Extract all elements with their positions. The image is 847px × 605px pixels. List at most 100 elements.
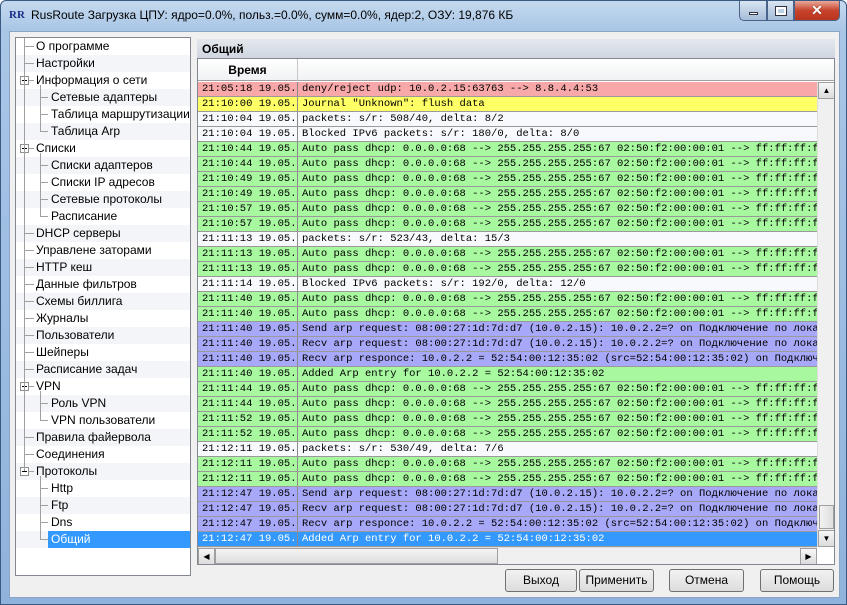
tree-item[interactable]: Списки адаптеров (16, 157, 190, 174)
log-row[interactable]: 21:12:47 19.05. Recv arp request: 08:00:2… (198, 502, 818, 517)
log-row[interactable]: 21:10:00 19.05. Journal "Unknown": flush … (198, 97, 818, 112)
tree-item[interactable]: Данные фильтров (16, 276, 190, 293)
tree-item[interactable]: Dns (16, 514, 190, 531)
log-row[interactable]: 21:11:40 19.05. Send arp request: 08:00:2… (198, 322, 818, 337)
scroll-left-button[interactable]: ◀ (198, 548, 215, 564)
tree-item[interactable]: Протоколы (16, 463, 190, 480)
log-message: Auto pass dhcp: 0.0.0.0:68 --> 255.255.2… (302, 143, 818, 155)
tree-item[interactable]: VPN пользователи (16, 412, 190, 429)
tree-item[interactable]: Расписание задач (16, 361, 190, 378)
log-row[interactable]: 21:12:11 19.05. Auto pass dhcp: 0.0.0.0:6… (198, 472, 818, 487)
tree-item[interactable]: Пользователи (16, 327, 190, 344)
log-row[interactable]: 21:10:04 19.05. packets: s/r: 508/40, del… (198, 112, 818, 127)
tree-item[interactable]: Соединения (16, 446, 190, 463)
log-message: Auto pass dhcp: 0.0.0.0:68 --> 255.255.2… (302, 158, 818, 170)
scroll-down-button[interactable]: ▼ (818, 530, 834, 547)
tree-item[interactable]: Настройки (16, 55, 190, 72)
close-button[interactable]: ✕ (794, 1, 840, 21)
log-row[interactable]: 21:11:13 19.05. Auto pass dhcp: 0.0.0.0:6… (198, 262, 818, 277)
tree-connector (40, 182, 48, 183)
log-row[interactable]: 21:12:11 19.05. Auto pass dhcp: 0.0.0.0:6… (198, 457, 818, 472)
help-button[interactable]: Помощь (760, 569, 834, 592)
tree-item-label: Роль VPN (51, 396, 107, 410)
navigation-tree[interactable]: О программе Настройки Информация о сети Сет… (15, 37, 191, 576)
tree-item[interactable]: Роль VPN (16, 395, 190, 412)
log-row[interactable]: 21:11:44 19.05. Auto pass dhcp: 0.0.0.0:6… (198, 382, 818, 397)
log-row[interactable]: 21:10:57 19.05. Auto pass dhcp: 0.0.0.0:6… (198, 202, 818, 217)
tree-connector (40, 199, 48, 200)
tree-item[interactable]: Схемы биллига (16, 293, 190, 310)
log-time: 21:12:47 19.05. (198, 532, 298, 546)
tree-connector (40, 153, 41, 217)
log-grid: Время 21:05:18 19.05. deny/reject udp: 10… (197, 58, 835, 565)
tree-item[interactable]: Общий (16, 531, 190, 548)
log-row[interactable]: 21:12:47 19.05. Added Arp entry for 10.0.… (198, 532, 818, 547)
log-row[interactable]: 21:11:44 19.05. Auto pass dhcp: 0.0.0.0:6… (198, 397, 818, 412)
log-row[interactable]: 21:10:44 19.05. Auto pass dhcp: 0.0.0.0:6… (198, 157, 818, 172)
log-row[interactable]: 21:11:40 19.05. Auto pass dhcp: 0.0.0.0:6… (198, 307, 818, 322)
log-row[interactable]: 21:10:49 19.05. Auto pass dhcp: 0.0.0.0:6… (198, 187, 818, 202)
panel-title: Общий (197, 39, 835, 58)
log-row[interactable]: 21:10:04 19.05. Blocked IPv6 packets: s/r… (198, 127, 818, 142)
log-row[interactable]: 21:11:13 19.05. packets: s/r: 523/43, del… (198, 232, 818, 247)
horizontal-scrollbar[interactable]: ◀ ▶ (198, 547, 817, 564)
tree-item[interactable]: VPN (16, 378, 190, 395)
tree-item[interactable]: Http (16, 480, 190, 497)
grid-header: Время (198, 59, 834, 81)
log-row[interactable]: 21:11:13 19.05. Auto pass dhcp: 0.0.0.0:6… (198, 247, 818, 262)
log-row[interactable]: 21:11:52 19.05. Auto pass dhcp: 0.0.0.0:6… (198, 427, 818, 442)
window-title: RusRoute Загрузка ЦПУ: ядро=0.0%, польз.… (31, 8, 514, 22)
tree-item[interactable]: Таблица Arp (16, 123, 190, 140)
vertical-scroll-thumb[interactable] (819, 505, 834, 529)
column-header-time[interactable]: Время (198, 59, 298, 81)
tree-connector (24, 250, 34, 251)
tree-item-label: Журналы (36, 311, 89, 325)
log-row[interactable]: 21:11:52 19.05. Auto pass dhcp: 0.0.0.0:6… (198, 412, 818, 427)
tree-item[interactable]: Списки (16, 140, 190, 157)
tree-item[interactable]: Управлене заторами (16, 242, 190, 259)
tree-item[interactable]: Шейперы (16, 344, 190, 361)
log-row[interactable]: 21:10:57 19.05. Auto pass dhcp: 0.0.0.0:6… (198, 217, 818, 232)
tree-item[interactable]: Информация о сети (16, 72, 190, 89)
title-bar[interactable]: RR RusRoute Загрузка ЦПУ: ядро=0.0%, пол… (1, 1, 846, 31)
log-message: Send arp request: 08:00:27:1d:7d:d7 (10.… (302, 323, 818, 335)
tree-item[interactable]: Расписание (16, 208, 190, 225)
log-row[interactable]: 21:12:11 19.05. packets: s/r: 530/49, del… (198, 442, 818, 457)
log-time: 21:05:18 19.05. (198, 82, 298, 96)
log-time: 21:11:52 19.05. (198, 427, 298, 441)
apply-button[interactable]: Применить (579, 569, 654, 592)
log-row[interactable]: 21:11:40 19.05. Added Arp entry for 10.0.… (198, 367, 818, 382)
cancel-button[interactable]: Отмена (669, 569, 744, 592)
log-time: 21:10:57 19.05. (198, 217, 298, 231)
tree-connector (40, 165, 48, 166)
log-time: 21:11:40 19.05. (198, 292, 298, 306)
tree-item[interactable]: Списки IP адресов (16, 174, 190, 191)
tree-item-label: Пользователи (36, 328, 115, 342)
log-row[interactable]: 21:12:47 19.05. Send arp request: 08:00:2… (198, 487, 818, 502)
horizontal-scroll-thumb[interactable] (215, 548, 498, 564)
vertical-scrollbar[interactable]: ▲ ▼ (817, 82, 834, 547)
log-row[interactable]: 21:10:44 19.05. Auto pass dhcp: 0.0.0.0:6… (198, 142, 818, 157)
minimize-button[interactable] (739, 1, 767, 21)
log-row[interactable]: 21:11:40 19.05. Auto pass dhcp: 0.0.0.0:6… (198, 292, 818, 307)
log-row[interactable]: 21:11:14 19.05. Blocked IPv6 packets: s/r… (198, 277, 818, 292)
log-row[interactable]: 21:10:49 19.05. Auto pass dhcp: 0.0.0.0:6… (198, 172, 818, 187)
exit-button[interactable]: Выход (505, 569, 577, 592)
tree-item[interactable]: Таблица маршрутизации (16, 106, 190, 123)
tree-item[interactable]: Сетевые протоколы (16, 191, 190, 208)
scroll-right-button[interactable]: ▶ (800, 548, 817, 564)
log-row[interactable]: 21:11:40 19.05. Recv arp request: 08:00:2… (198, 337, 818, 352)
tree-item[interactable]: О программе (16, 38, 190, 55)
scroll-up-button[interactable]: ▲ (818, 82, 834, 99)
tree-item[interactable]: Журналы (16, 310, 190, 327)
tree-item[interactable]: HTTP кеш (16, 259, 190, 276)
tree-item[interactable]: Сетевые адаптеры (16, 89, 190, 106)
log-time: 21:11:40 19.05. (198, 352, 298, 366)
tree-item[interactable]: DHCP серверы (16, 225, 190, 242)
log-row[interactable]: 21:05:18 19.05. deny/reject udp: 10.0.2.1… (198, 82, 818, 97)
maximize-button[interactable] (767, 1, 794, 21)
tree-item[interactable]: Ftp (16, 497, 190, 514)
tree-item[interactable]: Правила файервола (16, 429, 190, 446)
log-row[interactable]: 21:11:40 19.05. Recv arp responce: 10.0.2… (198, 352, 818, 367)
log-row[interactable]: 21:12:47 19.05. Recv arp responce: 10.0.2… (198, 517, 818, 532)
